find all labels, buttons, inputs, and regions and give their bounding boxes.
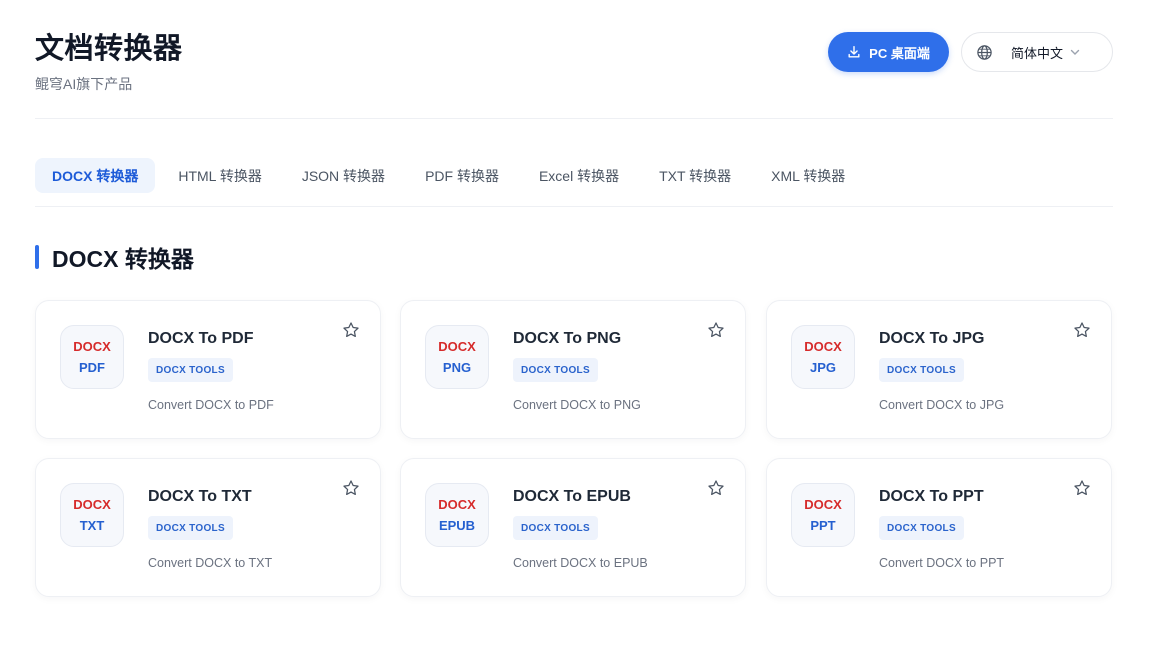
pc-desktop-label: PC 桌面端 xyxy=(869,45,930,61)
star-icon[interactable] xyxy=(342,479,360,497)
tab-excel[interactable]: Excel 转换器 xyxy=(522,158,636,193)
format-icon: DOCX EPUB xyxy=(425,483,489,547)
tab-txt[interactable]: TXT 转换器 xyxy=(642,158,748,193)
card-title: DOCX To JPG xyxy=(879,330,985,347)
section-accent-bar xyxy=(35,245,39,269)
card-tag: DOCX TOOLS xyxy=(513,516,598,540)
card-description: Convert DOCX to EPUB xyxy=(513,556,648,570)
download-icon xyxy=(848,46,860,58)
to-format: PNG xyxy=(442,360,472,375)
star-icon[interactable] xyxy=(1073,479,1091,497)
card-title: DOCX To PNG xyxy=(513,330,622,347)
format-icon: DOCX PPT xyxy=(791,483,855,547)
card-title: DOCX To PDF xyxy=(148,330,254,347)
tab-html[interactable]: HTML 转换器 xyxy=(161,158,278,193)
header: 文档转换器 鲲穹AI旗下产品 PC 桌面端 简体中文 xyxy=(35,0,1113,119)
card-description: Convert DOCX to PNG xyxy=(513,398,641,412)
card-title: DOCX To EPUB xyxy=(513,488,631,505)
language-label: 简体中文 xyxy=(1011,45,1064,61)
to-format: EPUB xyxy=(438,518,476,533)
card-description: Convert DOCX to TXT xyxy=(148,556,273,570)
tab-xml[interactable]: XML 转换器 xyxy=(754,158,862,193)
card-tag: DOCX TOOLS xyxy=(513,358,598,382)
from-format: DOCX xyxy=(438,497,476,512)
card-tag: DOCX TOOLS xyxy=(879,358,964,382)
tab-docx[interactable]: DOCX 转换器 xyxy=(35,158,156,193)
star-icon[interactable] xyxy=(1073,321,1091,339)
page-subtitle: 鲲穹AI旗下产品 xyxy=(35,76,133,92)
card-description: Convert DOCX to JPG xyxy=(879,398,1005,412)
to-format: PPT xyxy=(810,518,836,533)
tab-json[interactable]: JSON 转换器 xyxy=(285,158,402,193)
language-selector[interactable]: 简体中文 xyxy=(961,32,1113,72)
converter-card-docx-pdf[interactable]: DOCX PDF DOCX To PDF DOCX TOOLS Convert … xyxy=(35,300,381,439)
to-format: PDF xyxy=(79,360,105,375)
from-format: DOCX xyxy=(438,339,476,354)
card-description: Convert DOCX to PDF xyxy=(148,398,274,412)
card-tag: DOCX TOOLS xyxy=(879,516,964,540)
page: 文档转换器 鲲穹AI旗下产品 PC 桌面端 简体中文 DOCX 转换器 HTML… xyxy=(0,0,1154,656)
pc-desktop-button[interactable]: PC 桌面端 xyxy=(828,32,949,72)
card-tag: DOCX TOOLS xyxy=(148,516,233,540)
card-description: Convert DOCX to PPT xyxy=(879,556,1005,570)
converter-card-docx-epub[interactable]: DOCX EPUB DOCX To EPUB DOCX TOOLS Conver… xyxy=(400,458,746,597)
section-title: DOCX 转换器 xyxy=(52,246,194,272)
from-format: DOCX xyxy=(804,339,842,354)
globe-icon xyxy=(977,44,992,60)
star-icon[interactable] xyxy=(707,479,725,497)
converter-tabs: DOCX 转换器 HTML 转换器 JSON 转换器 PDF 转换器 Excel… xyxy=(35,158,1113,207)
star-icon[interactable] xyxy=(342,321,360,339)
converter-card-docx-ppt[interactable]: DOCX PPT DOCX To PPT DOCX TOOLS Convert … xyxy=(766,458,1112,597)
star-icon[interactable] xyxy=(707,321,725,339)
from-format: DOCX xyxy=(73,497,111,512)
to-format: JPG xyxy=(809,360,836,375)
to-format: TXT xyxy=(79,518,105,533)
section-heading: DOCX 转换器 xyxy=(35,244,194,272)
converter-card-docx-jpg[interactable]: DOCX JPG DOCX To JPG DOCX TOOLS Convert … xyxy=(766,300,1112,439)
card-title: DOCX To TXT xyxy=(148,488,252,505)
converter-card-docx-png[interactable]: DOCX PNG DOCX To PNG DOCX TOOLS Convert … xyxy=(400,300,746,439)
chevron-down-icon xyxy=(1070,49,1080,55)
format-icon: DOCX PNG xyxy=(425,325,489,389)
format-icon: DOCX JPG xyxy=(791,325,855,389)
format-icon: DOCX TXT xyxy=(60,483,124,547)
from-format: DOCX xyxy=(73,339,111,354)
from-format: DOCX xyxy=(804,497,842,512)
page-title: 文档转换器 xyxy=(35,33,183,65)
format-icon: DOCX PDF xyxy=(60,325,124,389)
card-title: DOCX To PPT xyxy=(879,488,984,505)
card-tag: DOCX TOOLS xyxy=(148,358,233,382)
converter-card-docx-txt[interactable]: DOCX TXT DOCX To TXT DOCX TOOLS Convert … xyxy=(35,458,381,597)
tab-pdf[interactable]: PDF 转换器 xyxy=(408,158,516,193)
